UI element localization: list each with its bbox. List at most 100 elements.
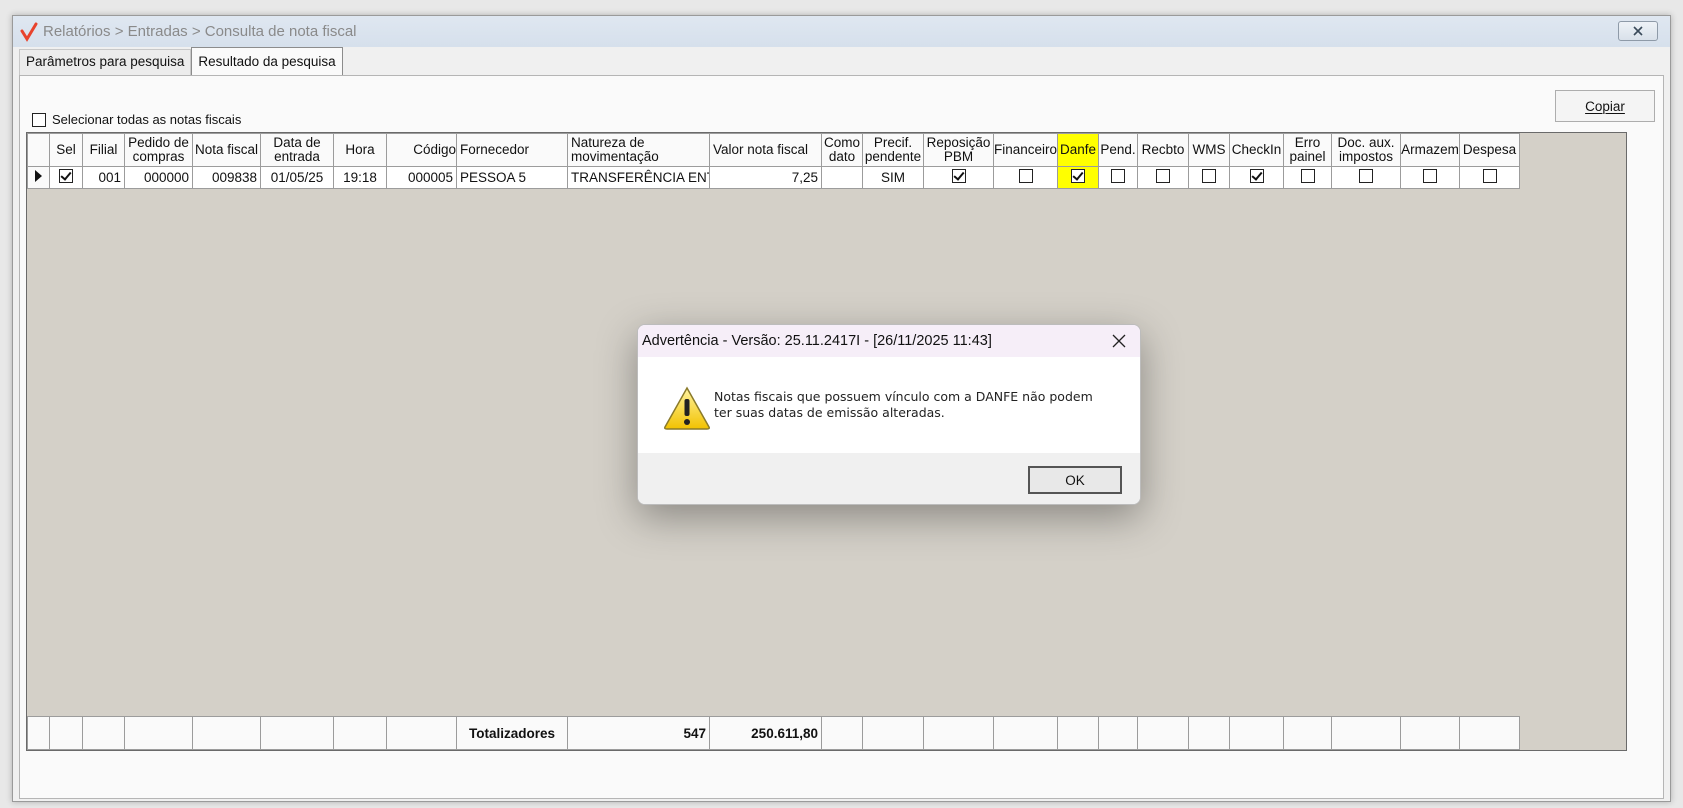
sel-checkbox[interactable]	[59, 169, 73, 183]
header-line1: Código	[413, 142, 456, 157]
header-despesa[interactable]: Despesa	[1459, 133, 1520, 167]
header-data-entrada[interactable]: Data de entrada	[260, 133, 334, 167]
tab-resultado[interactable]: Resultado da pesquisa	[191, 47, 343, 75]
despesa-checkbox[interactable]	[1482, 169, 1497, 183]
erro-painel-checkbox[interactable]	[1300, 169, 1315, 183]
recbto-checkbox[interactable]	[1156, 169, 1170, 183]
dialog-title: Advertência - Versão: 25.11.2417I - [26/…	[642, 333, 992, 349]
cell-filial[interactable]: 001	[82, 166, 125, 189]
header-natureza[interactable]: Natureza de movimentação	[567, 133, 710, 167]
checkin-checkbox[interactable]	[1249, 169, 1264, 183]
header-line1: Recbto	[1141, 142, 1185, 157]
header-pedido[interactable]: Pedido de compras	[124, 133, 193, 167]
cell-fornecedor[interactable]: PESSOA 5	[456, 166, 568, 189]
cell-danfe[interactable]	[1057, 166, 1099, 189]
select-all-row[interactable]: Selecionar todas as notas fiscais	[32, 112, 241, 127]
cell-hora[interactable]: 19:18	[333, 166, 387, 189]
header-line1: Reposição	[926, 135, 991, 150]
cell-financeiro[interactable]	[993, 166, 1058, 189]
warning-dialog: Advertência - Versão: 25.11.2417I - [26/…	[637, 324, 1141, 505]
header-line1: Danfe	[1059, 142, 1097, 157]
header-doc-aux[interactable]: Doc. aux. impostos	[1331, 133, 1401, 167]
tab-bar: Parâmetros para pesquisa Resultado da pe…	[19, 47, 343, 75]
header-wms[interactable]: WMS	[1188, 133, 1230, 167]
cell-precif-pendente[interactable]: SIM	[862, 166, 924, 189]
header-line1: Sel	[56, 142, 76, 157]
table-row[interactable]: 001 000000 009838 01/05/25 19:18 000005 …	[27, 166, 1520, 189]
cell-armazem[interactable]	[1400, 166, 1460, 189]
totals-count: 547	[567, 716, 710, 750]
header-danfe[interactable]: Danfe	[1057, 133, 1099, 167]
header-line1: Fornecedor	[460, 142, 530, 157]
header-line2: pendente	[864, 149, 922, 164]
header-line1: Erro	[1294, 135, 1321, 150]
cell-doc-aux[interactable]	[1331, 166, 1401, 189]
header-line2: PBM	[943, 149, 974, 164]
header-erro-painel[interactable]: Erro painel	[1283, 133, 1332, 167]
header-filial[interactable]: Filial	[82, 133, 125, 167]
header-reposicao-pbm[interactable]: Reposição PBM	[923, 133, 994, 167]
cell-valor[interactable]: 7,25	[709, 166, 822, 189]
dialog-close-button[interactable]	[1108, 330, 1130, 352]
header-recbto[interactable]: Recbto	[1137, 133, 1189, 167]
dialog-message-line2: ter suas datas de emissão alteradas.	[714, 405, 945, 420]
cell-natureza[interactable]: TRANSFERÊNCIA ENTI	[567, 166, 710, 189]
header-line1: Precif.	[873, 135, 913, 150]
danfe-checkbox[interactable]	[1071, 169, 1085, 183]
cell-data-entrada[interactable]: 01/05/25	[260, 166, 334, 189]
cell-despesa[interactable]	[1459, 166, 1520, 189]
close-icon	[1112, 334, 1126, 348]
cell-pend[interactable]	[1098, 166, 1138, 189]
header-line1: Como	[823, 135, 860, 150]
header-como-dato[interactable]: Como dato	[821, 133, 863, 167]
dialog-body: Notas fiscais que possuem vínculo com a …	[638, 357, 1140, 455]
tab-parametros[interactable]: Parâmetros para pesquisa	[19, 49, 192, 75]
header-codigo[interactable]: Código	[386, 133, 457, 167]
cell-recbto[interactable]	[1137, 166, 1189, 189]
cell-como-dato[interactable]	[821, 166, 863, 189]
header-financeiro[interactable]: Financeiro	[993, 133, 1058, 167]
header-sel[interactable]: Sel	[49, 133, 83, 167]
ok-button[interactable]: OK	[1028, 466, 1122, 494]
cell-codigo[interactable]: 000005	[386, 166, 457, 189]
wms-checkbox[interactable]	[1202, 169, 1216, 183]
doc-aux-checkbox[interactable]	[1359, 169, 1373, 183]
header-line1: Despesa	[1462, 142, 1517, 157]
dialog-title-bar: Advertência - Versão: 25.11.2417I - [26/…	[638, 325, 1140, 357]
armazem-checkbox[interactable]	[1423, 169, 1437, 183]
cell-checkin[interactable]	[1229, 166, 1284, 189]
header-armazem[interactable]: Armazem	[1400, 133, 1460, 167]
header-hora[interactable]: Hora	[333, 133, 387, 167]
header-line1: Financeiro	[994, 142, 1058, 157]
header-line1: Valor nota fiscal	[713, 142, 809, 157]
totals-label: Totalizadores	[456, 716, 568, 750]
cell-sel[interactable]	[49, 166, 83, 189]
dialog-message: Notas fiscais que possuem vínculo com a …	[714, 389, 1114, 421]
reposicao-pbm-checkbox[interactable]	[951, 169, 966, 183]
totals-valor: 250.611,80	[709, 716, 822, 750]
header-pend[interactable]: Pend.	[1098, 133, 1138, 167]
header-valor[interactable]: Valor nota fiscal	[709, 133, 822, 167]
header-line2: dato	[828, 149, 856, 164]
copy-button-label: Copiar	[1585, 98, 1625, 114]
copy-button[interactable]: Copiar	[1555, 90, 1655, 122]
cell-erro-painel[interactable]	[1283, 166, 1332, 189]
select-all-checkbox[interactable]	[32, 112, 46, 127]
row-indicator	[27, 166, 50, 189]
header-precif-pendente[interactable]: Precif. pendente	[862, 133, 924, 167]
row-pointer-icon	[35, 170, 42, 182]
header-line1: Natureza de	[571, 135, 645, 150]
cell-nota-fiscal[interactable]: 009838	[192, 166, 261, 189]
financeiro-checkbox[interactable]	[1018, 169, 1033, 183]
header-fornecedor[interactable]: Fornecedor	[456, 133, 568, 167]
cell-pedido[interactable]: 000000	[124, 166, 193, 189]
totals-table: Totalizadores 547 250.611,80	[27, 716, 1520, 750]
header-line1: Nota fiscal	[194, 142, 259, 157]
window-close-button[interactable]	[1618, 21, 1658, 41]
header-checkin[interactable]: CheckIn	[1229, 133, 1284, 167]
cell-reposicao-pbm[interactable]	[923, 166, 994, 189]
header-nota-fiscal[interactable]: Nota fiscal	[192, 133, 261, 167]
header-line2: compras	[132, 149, 185, 164]
pend-checkbox[interactable]	[1111, 169, 1125, 183]
cell-wms[interactable]	[1188, 166, 1230, 189]
